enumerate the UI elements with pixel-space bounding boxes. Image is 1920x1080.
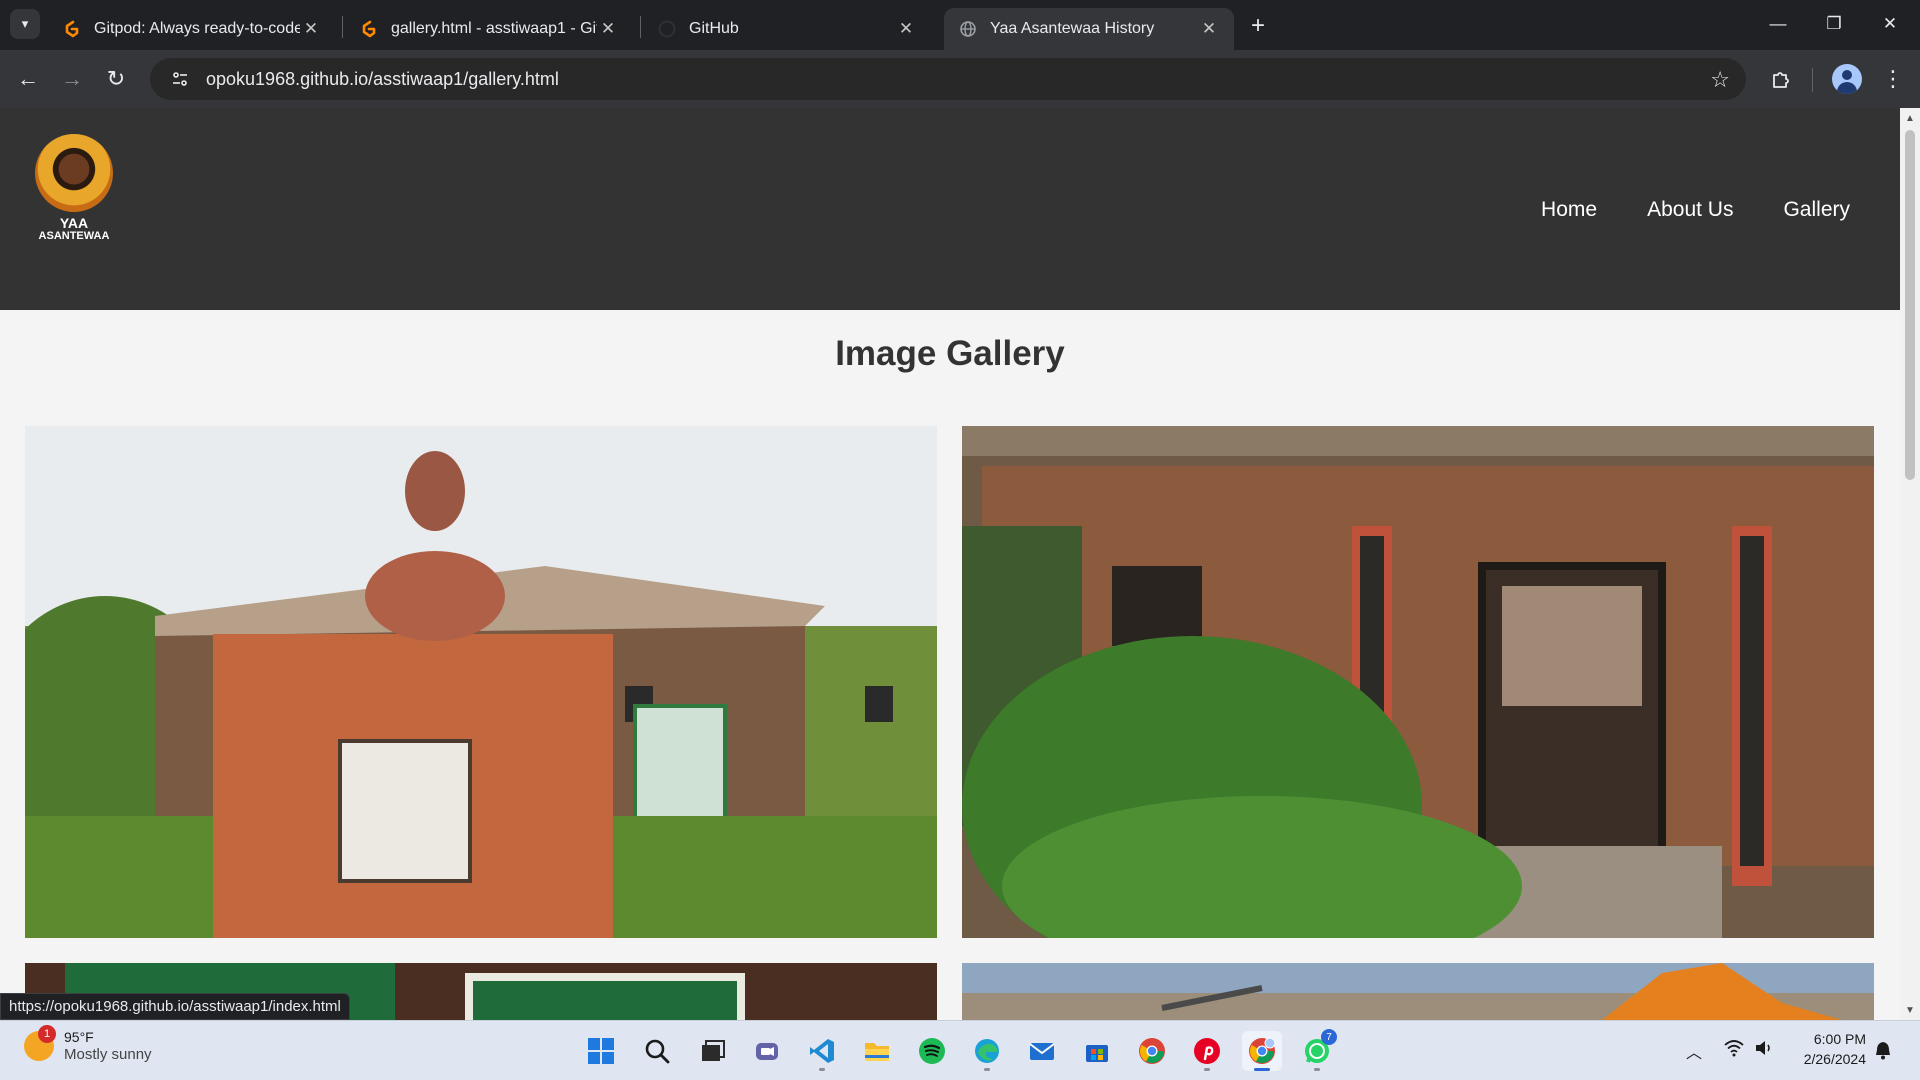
github-icon [657, 19, 677, 39]
weather-badge: 1 [38, 1025, 56, 1043]
restore-button[interactable]: ❐ [1814, 8, 1854, 40]
tab-gitpod-gallery[interactable]: gallery.html - asstiwaap1 - Gitpod ✕ [345, 8, 633, 50]
tab-separator [342, 16, 343, 38]
bookmark-star-icon[interactable]: ☆ [1710, 67, 1730, 93]
gallery-image-bust-monument[interactable] [25, 426, 937, 938]
search-icon[interactable] [637, 1031, 677, 1071]
reload-button[interactable]: ↻ [100, 63, 132, 95]
mail-icon[interactable] [1022, 1031, 1062, 1071]
nav-about-us[interactable]: About Us [1647, 198, 1733, 222]
site-nav: Home About Us Gallery [1491, 198, 1850, 222]
weather-temperature: 95°F [64, 1029, 94, 1045]
yaa-asantewaa-portrait [35, 134, 113, 212]
edge-icon[interactable] [967, 1031, 1007, 1071]
minimize-button[interactable]: — [1758, 8, 1798, 40]
teams-icon[interactable] [747, 1031, 787, 1071]
browser-toolbar: ← → ↻ opoku1968.github.io/asstiwaap1/gal… [0, 50, 1920, 108]
close-icon[interactable]: ✕ [1198, 19, 1220, 39]
whatsapp-icon[interactable]: 7 [1297, 1029, 1337, 1071]
scrollbar-thumb[interactable] [1905, 130, 1915, 480]
tab-strip: ▾ Gitpod: Always ready-to-code. ✕ galler… [0, 0, 1920, 50]
active-indicator [1254, 1068, 1270, 1071]
gallery-image-museum-entrance[interactable] [962, 426, 1874, 938]
tab-title: Gitpod: Always ready-to-code. [94, 20, 300, 37]
tab-search-button[interactable]: ▾ [10, 9, 40, 39]
gallery-image-painting[interactable] [962, 963, 1874, 1020]
store-icon[interactable] [1077, 1031, 1117, 1071]
tab-title: GitHub [689, 20, 739, 37]
clock-date: 2/26/2024 [1803, 1051, 1866, 1067]
url-text[interactable]: opoku1968.github.io/asstiwaap1/gallery.h… [206, 69, 559, 90]
tab-yaa-asantewaa[interactable]: Yaa Asantewaa History ✕ [944, 8, 1234, 50]
toolbar-divider [1812, 68, 1813, 92]
running-indicator [984, 1068, 990, 1071]
tab-separator [640, 16, 641, 38]
address-bar[interactable]: opoku1968.github.io/asstiwaap1/gallery.h… [150, 58, 1746, 100]
tab-title: Yaa Asantewaa History [990, 20, 1155, 37]
logo-text-line1: YAA [59, 215, 89, 231]
weather-condition: Mostly sunny [64, 1046, 152, 1063]
vscode-icon[interactable] [802, 1031, 842, 1071]
system-clock[interactable]: 6:00 PM 2/26/2024 [1780, 1029, 1866, 1069]
new-tab-button[interactable]: + [1244, 12, 1272, 40]
profile-avatar-icon[interactable] [1832, 64, 1862, 94]
chrome-icon[interactable] [1132, 1031, 1172, 1071]
windows-taskbar: 1 95°F Mostly sunny 7 ︿ 6:00 PM 2/26/202… [0, 1020, 1920, 1080]
extensions-icon[interactable] [1764, 63, 1798, 95]
whatsapp-badge: 7 [1321, 1029, 1337, 1045]
close-icon[interactable]: ✕ [597, 19, 619, 39]
pinterest-icon[interactable] [1187, 1031, 1227, 1071]
tab-gitpod[interactable]: Gitpod: Always ready-to-code. ✕ [48, 8, 336, 50]
back-button[interactable]: ← [12, 63, 44, 95]
scroll-down-arrow-icon[interactable]: ▼ [1900, 1002, 1920, 1018]
page-viewport: YAA ASANTEWAA Home About Us Gallery Imag… [0, 108, 1900, 1020]
gitpod-icon [62, 19, 82, 39]
more-menu-icon[interactable]: ⋮ [1876, 63, 1910, 95]
volume-icon[interactable] [1754, 1039, 1774, 1062]
globe-icon [958, 19, 978, 39]
sun-icon: 1 [24, 1025, 56, 1061]
site-logo[interactable]: YAA ASANTEWAA [30, 134, 118, 242]
window-close-button[interactable]: ✕ [1870, 8, 1910, 40]
notification-bell-icon[interactable] [1872, 1039, 1894, 1061]
gitpod-icon [359, 19, 379, 39]
close-icon[interactable]: ✕ [895, 19, 917, 39]
page-title: Image Gallery [835, 334, 1065, 373]
forward-button[interactable]: → [56, 63, 88, 95]
link-status-bubble: https://opoku1968.github.io/asstiwaap1/i… [0, 993, 350, 1020]
weather-widget[interactable]: 1 95°F Mostly sunny [24, 1025, 152, 1063]
windows-start-icon[interactable] [581, 1031, 621, 1071]
running-indicator [1204, 1068, 1210, 1071]
task-view-icon[interactable] [692, 1031, 732, 1071]
running-indicator [819, 1068, 825, 1071]
nav-gallery[interactable]: Gallery [1783, 198, 1850, 222]
close-icon[interactable]: ✕ [300, 19, 322, 39]
wifi-icon[interactable] [1724, 1039, 1744, 1062]
nav-home[interactable]: Home [1541, 198, 1597, 222]
file-explorer-icon[interactable] [857, 1031, 897, 1071]
running-indicator [1314, 1068, 1320, 1071]
site-header: YAA ASANTEWAA Home About Us Gallery [0, 108, 1900, 310]
page-scrollbar[interactable]: ▲ ▼ [1900, 108, 1920, 1020]
tab-title: gallery.html - asstiwaap1 - Gitpod [391, 20, 597, 37]
clock-time: 6:00 PM [1813, 1031, 1866, 1047]
chrome-profile-icon[interactable] [1242, 1031, 1282, 1071]
show-hidden-icons-chevron-icon[interactable]: ︿ [1686, 1039, 1702, 1063]
site-info-icon[interactable] [160, 70, 200, 88]
spotify-icon[interactable] [912, 1031, 952, 1071]
scroll-up-arrow-icon[interactable]: ▲ [1900, 110, 1920, 126]
tab-github[interactable]: GitHub ✕ [643, 8, 931, 50]
logo-text-line2: ASANTEWAA [38, 230, 110, 242]
